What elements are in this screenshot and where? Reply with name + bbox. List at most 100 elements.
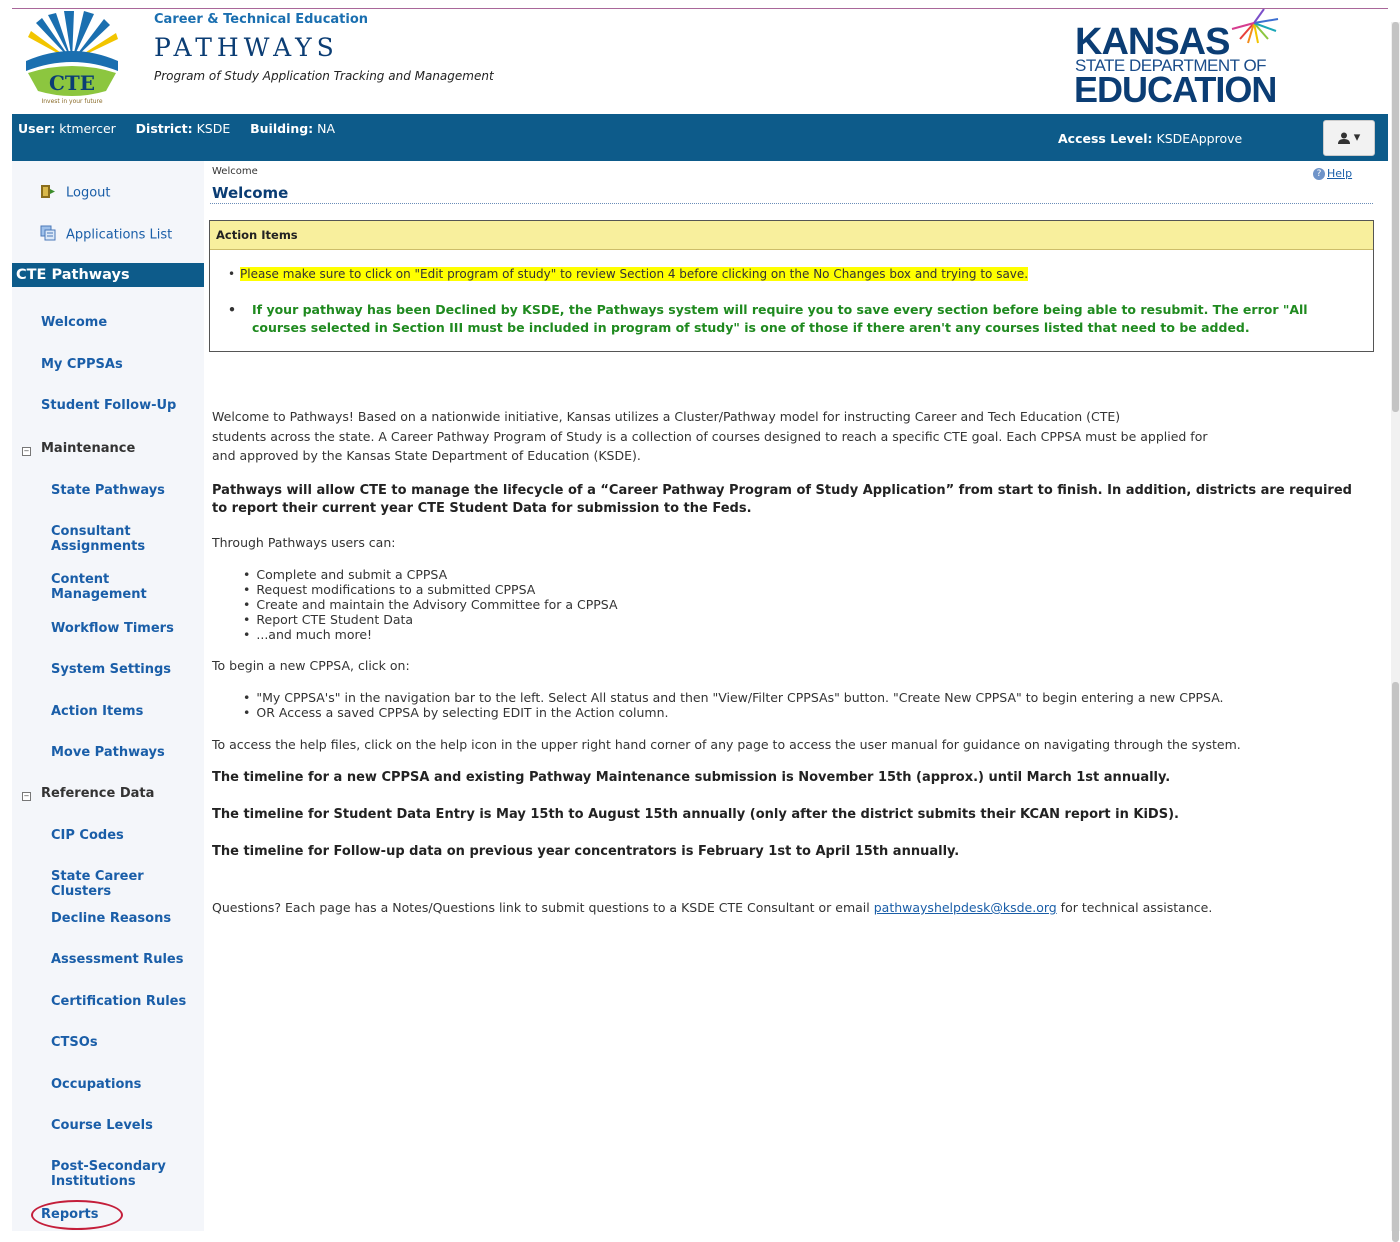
list-item: Complete and submit a CPPSA — [253, 567, 618, 582]
sidebar-item-cip-codes[interactable]: CIP Codes — [51, 828, 124, 843]
collapse-toggle-icon[interactable]: − — [22, 447, 31, 456]
begin-label: To begin a new CPPSA, click on: — [212, 658, 410, 673]
page-title: Welcome — [212, 184, 289, 202]
brand-description: Program of Study Application Tracking an… — [154, 69, 494, 83]
ksde-logo: KANSAS STATE DEPARTMENT OF EDUCATION — [1072, 9, 1288, 110]
begin-list: "My CPPSA's" in the navigation bar to th… — [253, 690, 1224, 720]
district-value: KSDE — [196, 121, 231, 136]
user-icon — [1337, 132, 1350, 144]
sidebar-item-label: Post-Secondary — [51, 1159, 166, 1174]
lifecycle-paragraph: Pathways will allow CTE to manage the li… — [212, 483, 1352, 516]
intro-line: and approved by the Kansas State Departm… — [212, 448, 641, 463]
action-item: • If your pathway has been Declined by K… — [228, 301, 1358, 337]
access-level: Access Level: KSDEApprove — [1058, 131, 1242, 146]
ksde-education: EDUCATION — [1074, 69, 1277, 110]
sidebar-item-assessment-rules[interactable]: Assessment Rules — [51, 952, 183, 967]
reports-highlight-circle — [31, 1200, 123, 1230]
help-files-paragraph: To access the help files, click on the h… — [212, 737, 1241, 752]
help-icon: ? — [1313, 168, 1325, 180]
cte-logo-tagline: Invest in your future — [41, 98, 102, 105]
access-label: Access Level: — [1058, 131, 1153, 146]
title-divider — [210, 203, 1373, 204]
action-items-panel: Action Items • Please make sure to click … — [209, 220, 1374, 352]
list-item: "My CPPSA's" in the navigation bar to th… — [253, 690, 1223, 705]
sidebar-item-state-pathways[interactable]: State Pathways — [51, 483, 165, 498]
sidebar-section-cte-pathways: CTE Pathways — [12, 263, 204, 287]
sidebar-group-maintenance[interactable]: Maintenance — [41, 441, 135, 456]
sidebar-item-consultant-assignments[interactable]: Consultant Assignments — [51, 524, 145, 554]
intro-line: Welcome to Pathways! Based on a nationwi… — [212, 409, 1121, 424]
list-item: Create and maintain the Advisory Committ… — [253, 597, 617, 612]
sidebar-item-label: Content — [51, 572, 110, 587]
scrollbar-thumb[interactable] — [1392, 682, 1399, 1242]
sidebar-item-post-secondary-institutions[interactable]: Post-Secondary Institutions — [51, 1159, 166, 1189]
site-header: CTE Invest in your future Career & Techn… — [12, 9, 1388, 114]
through-label: Through Pathways users can: — [212, 535, 396, 550]
timeline-follow-up: The timeline for Follow-up data on previ… — [212, 844, 960, 859]
action-items-title: Action Items — [210, 221, 1373, 250]
user-label: User: — [18, 121, 56, 136]
list-item: Report CTE Student Data — [253, 612, 618, 627]
sidebar: Logout Applications List CTE Pathways We… — [12, 161, 204, 1231]
cte-logo-text: CTE — [49, 71, 95, 95]
sidebar-item-workflow-timers[interactable]: Workflow Timers — [51, 621, 174, 636]
logout-icon — [40, 183, 56, 203]
breadcrumb: Welcome — [212, 166, 258, 177]
applications-icon — [40, 225, 56, 245]
access-value: KSDEApprove — [1156, 131, 1243, 146]
questions-text: for technical assistance. — [1056, 900, 1213, 915]
scrollbar-thumb[interactable] — [1392, 22, 1399, 412]
brand-title: PATHWAYS — [154, 33, 339, 62]
helpdesk-email-link[interactable]: pathwayshelpdesk@ksde.org — [874, 900, 1057, 915]
sidebar-item-move-pathways[interactable]: Move Pathways — [51, 745, 165, 760]
sidebar-item-content-management[interactable]: Content Management — [51, 572, 147, 602]
sidebar-item-action-items[interactable]: Action Items — [51, 704, 143, 719]
sidebar-item-applications-list[interactable]: Applications List — [40, 225, 172, 245]
timeline-student-data: The timeline for Student Data Entry is M… — [212, 807, 1179, 822]
cte-logo: CTE Invest in your future — [18, 11, 126, 107]
sidebar-item-certification-rules[interactable]: Certification Rules — [51, 994, 186, 1009]
sidebar-item-label: Logout — [66, 185, 111, 201]
sidebar-item-label: Assignments — [51, 539, 146, 554]
action-item-text: If your pathway has been Declined by KSD… — [252, 302, 1308, 335]
questions-paragraph: Questions? Each page has a Notes/Questio… — [212, 900, 1212, 915]
sidebar-item-student-follow-up[interactable]: Student Follow-Up — [41, 398, 176, 413]
user-bar: User: ktmercer District: KSDE Building: … — [12, 114, 1388, 161]
intro-paragraph: Welcome to Pathways! Based on a nationwi… — [212, 407, 1208, 466]
user-menu-button[interactable]: ▾ — [1323, 120, 1375, 156]
intro-line: students across the state. A Career Path… — [212, 428, 1208, 444]
sidebar-item-occupations[interactable]: Occupations — [51, 1077, 141, 1092]
scrollbar[interactable] — [1391, 22, 1400, 1242]
action-item-text: Please make sure to click on "Edit progr… — [240, 267, 1029, 281]
brand-subtitle: Career & Technical Education — [154, 12, 369, 27]
questions-text: Questions? Each page has a Notes/Questio… — [212, 900, 874, 915]
timeline-cppsa: The timeline for a new CPPSA and existin… — [212, 770, 1171, 785]
sidebar-item-label: Institutions — [51, 1174, 136, 1189]
features-list: Complete and submit a CPPSA Request modi… — [253, 567, 618, 642]
sidebar-item-course-levels[interactable]: Course Levels — [51, 1118, 153, 1133]
list-item: Request modifications to a submitted CPP… — [253, 582, 618, 597]
user-value: ktmercer — [59, 121, 116, 136]
building-value: NA — [317, 121, 336, 136]
sidebar-item-ctsos[interactable]: CTSOs — [51, 1035, 98, 1050]
sidebar-item-my-cppsas[interactable]: My CPPSAs — [41, 357, 123, 372]
sidebar-item-label: Management — [51, 587, 147, 602]
sidebar-item-state-career-clusters[interactable]: State Career Clusters — [51, 869, 204, 899]
action-item: • Please make sure to click on "Edit prog… — [228, 267, 1029, 281]
chevron-down-icon: ▾ — [1353, 130, 1361, 145]
sidebar-item-label: Consultant — [51, 524, 131, 539]
help-label: Help — [1327, 167, 1353, 180]
sidebar-group-reference-data[interactable]: Reference Data — [41, 786, 154, 801]
help-link[interactable]: ? Help — [1313, 167, 1352, 180]
district-label: District: — [135, 121, 193, 136]
sidebar-item-label: Applications List — [66, 227, 173, 243]
building-label: Building: — [250, 121, 314, 136]
sidebar-item-system-settings[interactable]: System Settings — [51, 662, 171, 677]
sidebar-item-decline-reasons[interactable]: Decline Reasons — [51, 911, 171, 926]
list-item: OR Access a saved CPPSA by selecting EDI… — [253, 705, 1224, 720]
collapse-toggle-icon[interactable]: − — [22, 792, 31, 801]
user-info: User: ktmercer District: KSDE Building: … — [18, 121, 335, 136]
sidebar-item-welcome[interactable]: Welcome — [41, 315, 107, 330]
sidebar-item-logout[interactable]: Logout — [40, 183, 111, 203]
list-item: ...and much more! — [253, 627, 618, 642]
